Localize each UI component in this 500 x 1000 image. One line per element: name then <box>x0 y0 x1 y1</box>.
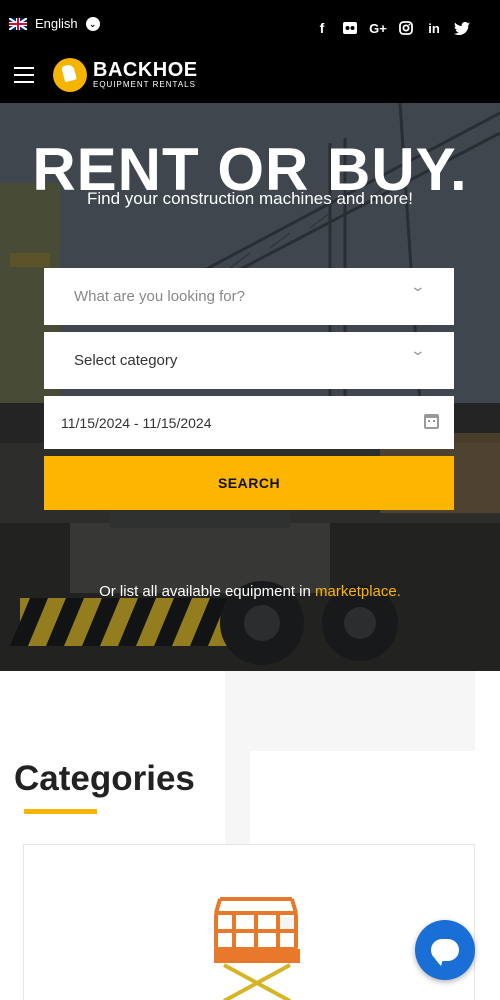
twitter-icon[interactable] <box>448 19 476 37</box>
marketplace-prefix: Or list all available equipment in <box>99 583 316 600</box>
marketplace-line: Or list all available equipment in marke… <box>0 583 500 600</box>
chat-button[interactable] <box>415 920 475 980</box>
language-selector[interactable]: English ⌄ <box>9 16 100 31</box>
backhoe-logo-icon <box>53 58 87 92</box>
instagram-icon[interactable] <box>392 19 420 37</box>
language-label: English <box>35 16 78 31</box>
search-button[interactable]: SEARCH <box>44 456 454 510</box>
social-links: f G+ in <box>308 19 476 37</box>
scissor-lift-image <box>214 897 300 1000</box>
uk-flag-icon <box>9 17 27 30</box>
flickr-icon[interactable] <box>336 19 364 37</box>
categories-title: Categories <box>14 759 195 798</box>
date-range-field <box>44 396 454 449</box>
logo-subtitle: EQUIPMENT RENTALS <box>93 80 196 89</box>
chevron-down-icon: ⌄ <box>409 342 427 358</box>
linkedin-icon[interactable]: in <box>420 19 448 37</box>
marketplace-link[interactable]: marketplace. <box>315 583 401 600</box>
chat-icon <box>431 939 459 966</box>
main-navbar: BACKHOE EQUIPMENT RENTALS <box>0 52 500 103</box>
google-plus-icon[interactable]: G+ <box>364 19 392 37</box>
facebook-icon[interactable]: f <box>308 19 336 37</box>
logo-title: BACKHOE <box>93 59 198 81</box>
hero-subtitle: Find your construction machines and more… <box>87 189 413 208</box>
chevron-down-icon: ⌄ <box>85 16 100 31</box>
keyword-field: ⌄ <box>44 268 454 325</box>
title-underline <box>24 809 97 814</box>
hamburger-menu-icon[interactable] <box>14 67 34 85</box>
top-bar: English ⌄ f G+ in <box>0 0 500 52</box>
search-input[interactable] <box>74 268 414 325</box>
category-select-value: Select category <box>74 352 178 369</box>
calendar-icon[interactable] <box>424 414 439 429</box>
search-form: ⌄ Select category ⌄ SEARCH <box>44 268 454 510</box>
category-select[interactable]: Select category ⌄ <box>44 332 454 389</box>
chevron-down-icon[interactable]: ⌄ <box>410 278 426 295</box>
date-range-input[interactable] <box>61 396 401 449</box>
category-card[interactable] <box>23 844 475 1000</box>
site-logo[interactable]: BACKHOE EQUIPMENT RENTALS <box>53 58 198 92</box>
hero-section: RENT OR BUY. Find your construction mach… <box>0 103 500 671</box>
